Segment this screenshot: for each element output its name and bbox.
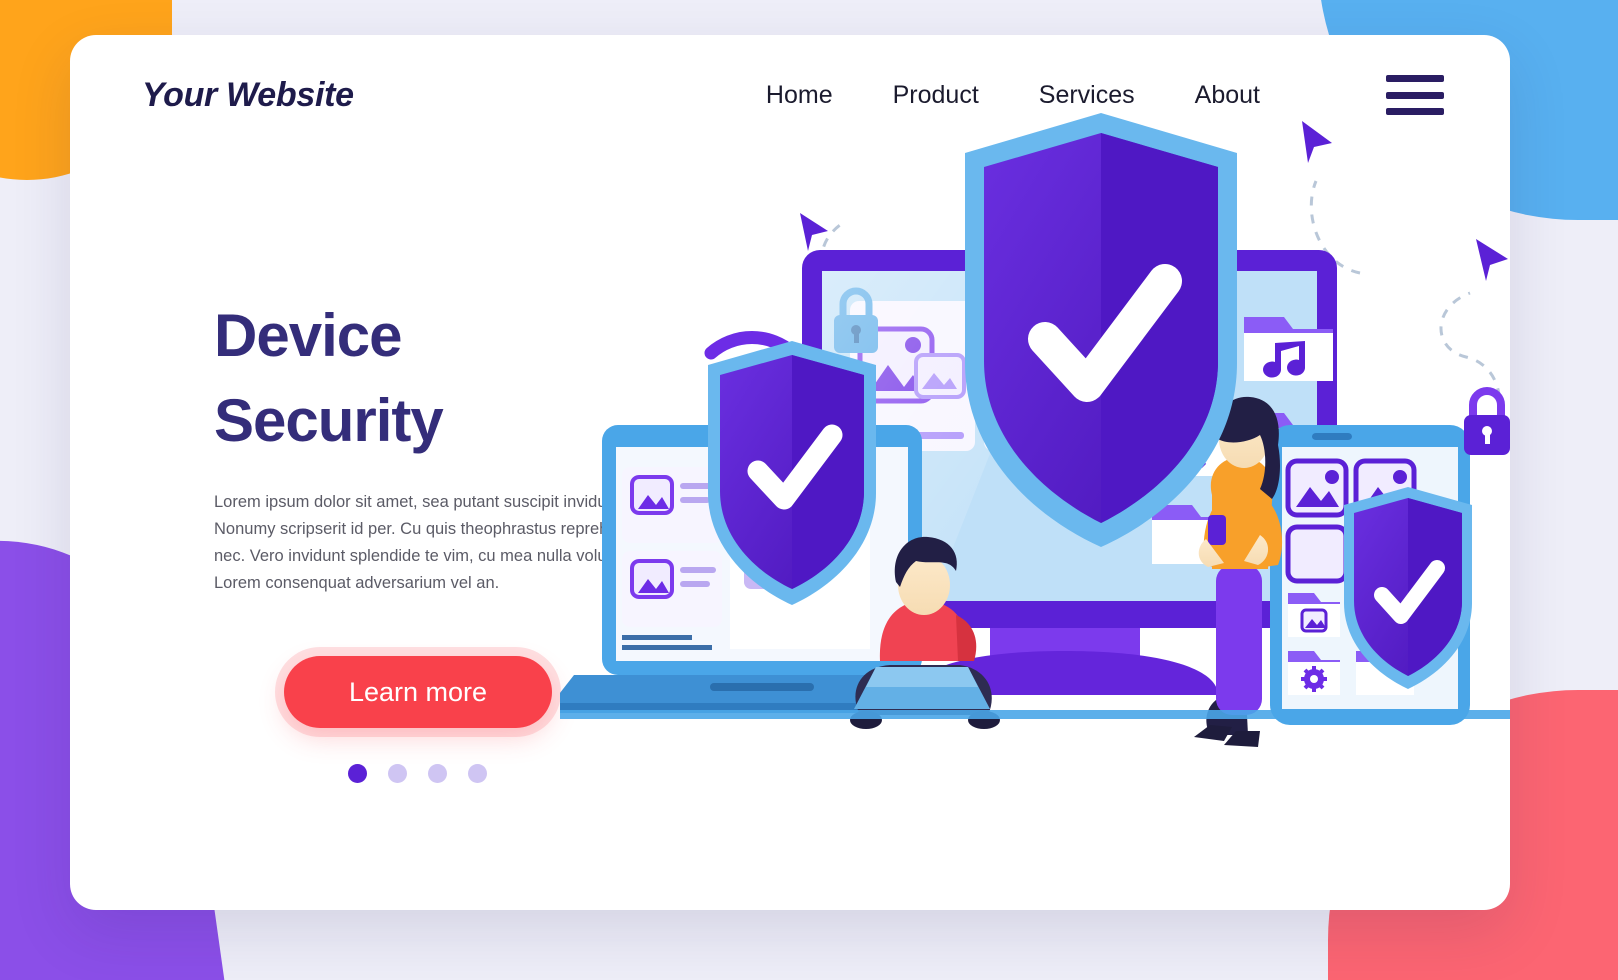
carousel-dot-1[interactable] [348,764,367,784]
page-title-line1: Device [214,302,402,369]
landing-page-card: Your Website Home Product Services About… [70,35,1510,910]
carousel-dot-3[interactable] [428,764,447,784]
device-security-illustration [560,95,1510,775]
site-logo[interactable]: Your Website [142,76,354,115]
phone-padlock-icon [1464,387,1510,455]
carousel-dot-2[interactable] [388,764,407,784]
learn-more-button[interactable]: Learn more [284,656,552,729]
carousel-dot-4[interactable] [468,764,487,784]
hamburger-bar-1 [1386,75,1444,82]
